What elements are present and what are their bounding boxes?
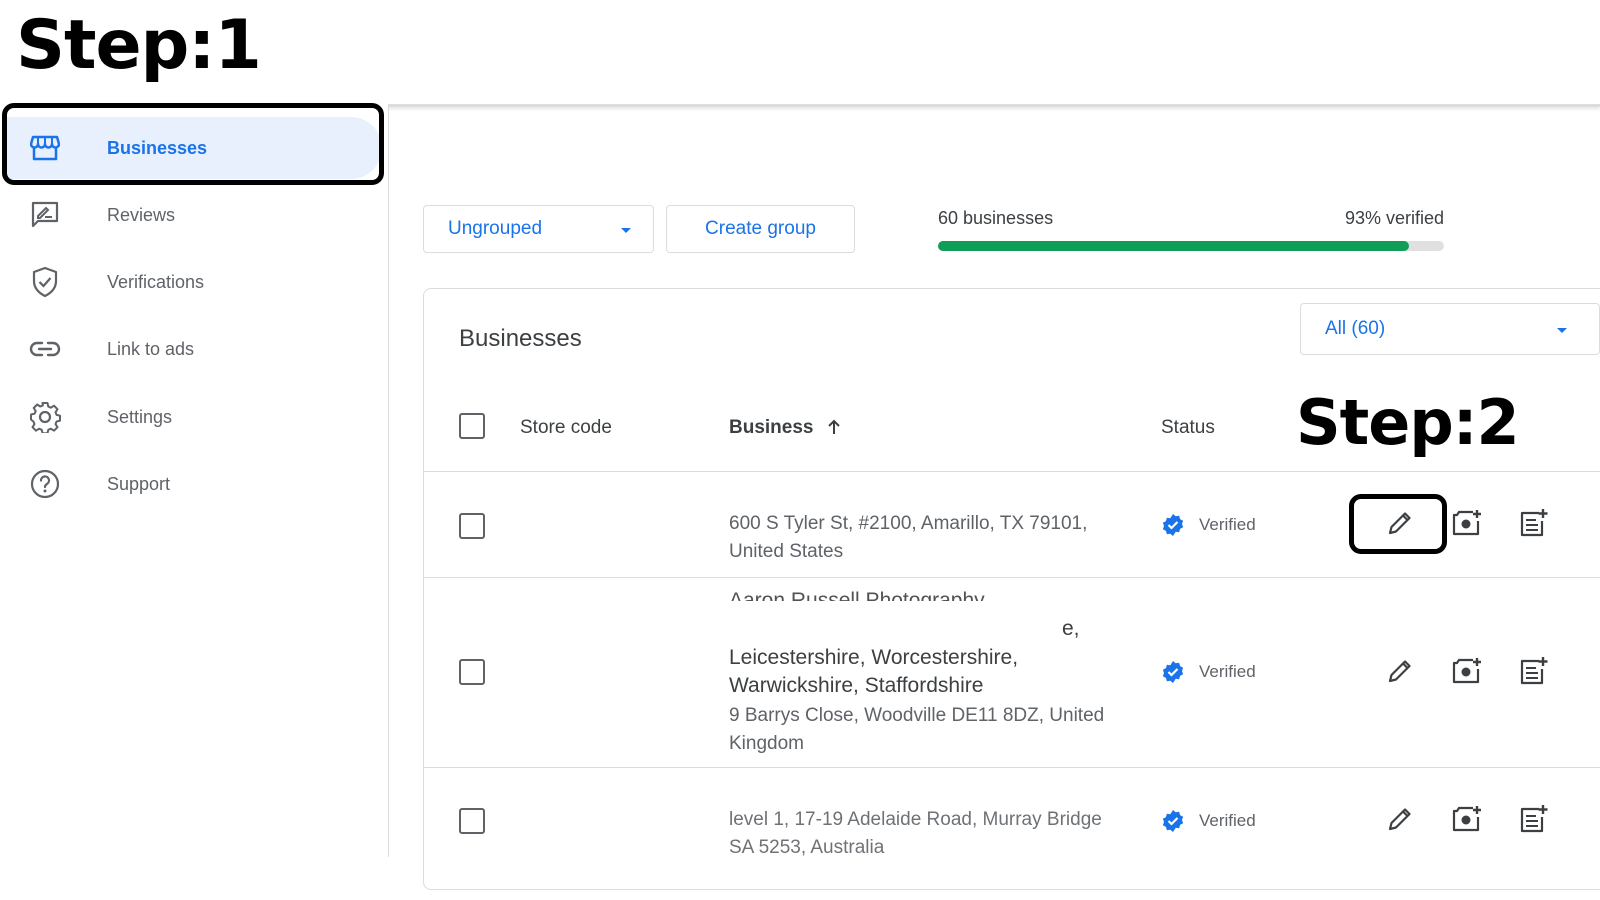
column-status[interactable]: Status <box>1161 417 1215 439</box>
top-divider <box>388 104 1600 107</box>
address-line: SA 5253, Australia <box>729 837 885 858</box>
add-post-icon[interactable] <box>1518 803 1550 835</box>
address-line: level 1, 17-19 Adelaide Road, Murray Bri… <box>729 809 1102 830</box>
sidebar-item-label: Reviews <box>107 204 176 225</box>
status-badge: Verified <box>1161 513 1256 537</box>
help-icon <box>28 467 62 501</box>
business-name-partial: Aaron Russell Photography <box>729 589 985 601</box>
add-photo-icon[interactable] <box>1451 803 1483 835</box>
column-business-label: Business <box>729 417 814 438</box>
status-label: Verified <box>1199 662 1256 681</box>
add-post-icon[interactable] <box>1518 655 1550 687</box>
shield-check-icon <box>28 265 62 299</box>
progress-track <box>938 241 1444 251</box>
progress-fill <box>938 241 1409 251</box>
address-line: 600 S Tyler St, #2100, Amarillo, TX 7910… <box>729 513 1088 534</box>
business-address: 600 S Tyler St, #2100, Amarillo, TX 7910… <box>729 510 1087 566</box>
sidebar-item-reviews[interactable]: Reviews <box>0 184 380 246</box>
card-title: Businesses <box>459 325 582 352</box>
sidebar-item-label: Verifications <box>107 271 205 292</box>
edit-icon[interactable] <box>1384 803 1416 835</box>
gear-icon <box>28 400 62 434</box>
address-line: Kingdom <box>729 733 804 754</box>
row-checkbox[interactable] <box>459 659 485 685</box>
header-divider <box>424 471 1600 472</box>
group-select[interactable]: Ungrouped <box>423 205 654 253</box>
verified-percent: 93% verified <box>1344 208 1444 228</box>
row-checkbox[interactable] <box>459 513 485 539</box>
sidebar-item-label: Link to ads <box>107 338 195 359</box>
caret-down-icon <box>621 228 631 233</box>
select-all-checkbox[interactable] <box>459 413 485 439</box>
name-line: Leicestershire, Worcestershire, <box>729 646 1019 669</box>
create-group-button[interactable]: Create group <box>666 205 855 253</box>
review-icon <box>28 198 62 232</box>
address-line: 9 Barrys Close, Woodville DE11 8DZ, Unit… <box>729 705 1105 726</box>
column-business[interactable]: Business <box>729 417 841 439</box>
sidebar-item-support[interactable]: Support <box>0 453 380 515</box>
link-icon <box>28 332 62 366</box>
businesses-card: Businesses All (60) Store code Business … <box>423 288 1600 890</box>
business-name: Leicestershire, Worcestershire, Warwicks… <box>729 644 1018 700</box>
verified-check-icon <box>1162 810 1184 832</box>
business-address: level 1, 17-19 Adelaide Road, Murray Bri… <box>729 806 1102 862</box>
verified-check-icon <box>1162 514 1184 536</box>
group-select-value: Ungrouped <box>448 218 543 239</box>
sidebar-item-verifications[interactable]: Verifications <box>0 251 380 313</box>
sidebar-item-link-to-ads[interactable]: Link to ads <box>0 318 380 380</box>
business-name-fragment: e, <box>1062 617 1080 640</box>
sidebar-item-settings[interactable]: Settings <box>0 386 380 448</box>
column-store-code[interactable]: Store code <box>520 417 612 439</box>
status-badge: Verified <box>1161 660 1256 684</box>
status-badge: Verified <box>1161 809 1256 833</box>
business-address: 9 Barrys Close, Woodville DE11 8DZ, Unit… <box>729 702 1104 758</box>
add-post-icon[interactable] <box>1518 507 1550 539</box>
arrow-up-icon <box>828 419 840 434</box>
verified-check-icon <box>1162 661 1184 683</box>
step-1-highlight <box>2 103 384 185</box>
step-1-annotation: Step:1 <box>16 6 262 85</box>
add-photo-icon[interactable] <box>1451 507 1483 539</box>
status-label: Verified <box>1199 811 1256 830</box>
create-group-label: Create group <box>705 218 816 239</box>
status-label: Verified <box>1199 515 1256 534</box>
address-line: United States <box>729 541 844 562</box>
sidebar: Businesses Reviews Verifications Link to… <box>0 107 389 857</box>
filter-select-value: All (60) <box>1325 318 1386 339</box>
row-divider <box>424 577 1600 578</box>
row-checkbox[interactable] <box>459 808 485 834</box>
add-photo-icon[interactable] <box>1451 655 1483 687</box>
business-count: 60 businesses <box>938 208 1054 228</box>
sidebar-item-label: Settings <box>107 406 173 427</box>
row-divider <box>424 767 1600 768</box>
edit-icon[interactable] <box>1384 655 1416 687</box>
name-line: Warwickshire, Staffordshire <box>729 674 984 697</box>
filter-select[interactable]: All (60) <box>1300 303 1600 355</box>
caret-down-icon <box>1557 328 1567 333</box>
step-2-highlight <box>1349 494 1447 554</box>
step-2-annotation: Step:2 <box>1296 386 1520 459</box>
sidebar-item-label: Support <box>107 473 171 494</box>
